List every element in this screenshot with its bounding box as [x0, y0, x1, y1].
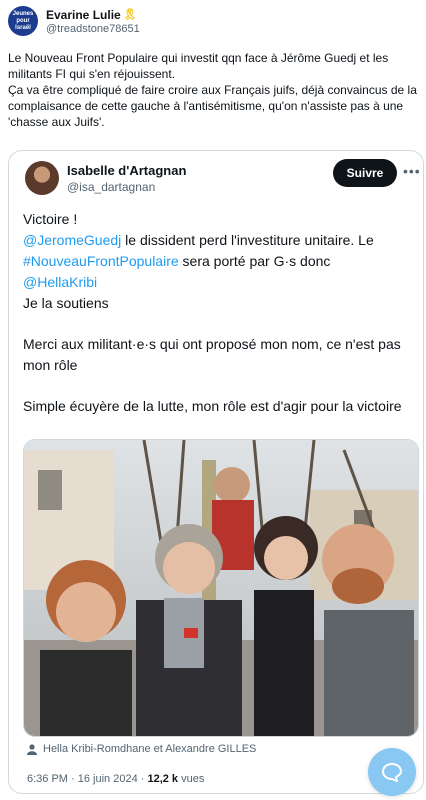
- quoted-tweet-text: Victoire ! @JeromeGuedj le dissident per…: [23, 209, 411, 417]
- follow-button[interactable]: Suivre: [333, 159, 397, 187]
- message-bubble-icon: [381, 762, 403, 782]
- quoted-author-name[interactable]: Isabelle d'Artagnan: [67, 163, 186, 178]
- tagged-people[interactable]: Hella Kribi-Romdhane et Alexandre GILLES: [27, 743, 256, 755]
- views-count: 12,2 k: [147, 773, 179, 785]
- text-paragraph: Simple écuyère de la lutte, mon rôle est…: [23, 398, 402, 414]
- author-block: Evarine Lulie 🎗 @treadstone78651: [46, 8, 140, 35]
- text-paragraph: Merci aux militant·e·s qui ont proposé m…: [23, 336, 401, 373]
- author-name-row[interactable]: Evarine Lulie 🎗: [46, 8, 140, 22]
- more-dots-icon[interactable]: •••: [403, 163, 421, 179]
- text-line: @HellaKribi: [23, 272, 411, 293]
- timestamp[interactable]: 6:36 PM · 16 juin 2024 ·: [27, 773, 147, 785]
- tweet-text-line: Ça va être compliqué de faire croire aux…: [8, 83, 417, 129]
- text-line: Victoire !: [23, 211, 78, 227]
- avatar[interactable]: Jeunes pour Israël: [8, 6, 38, 36]
- author-name[interactable]: Evarine Lulie: [46, 8, 121, 22]
- hashtag-link[interactable]: #NouveauFrontPopulaire: [23, 253, 179, 269]
- text-span: sera porté par G·s donc: [178, 253, 331, 269]
- views-label: vues: [178, 773, 205, 785]
- mention-link[interactable]: @JeromeGuedj: [23, 232, 121, 248]
- message-fab[interactable]: [368, 748, 416, 796]
- text-span: le dissident perd l'investiture unitaire…: [121, 232, 374, 248]
- tweet-text-line: Le Nouveau Front Populaire qui investit …: [8, 51, 389, 81]
- author-handle[interactable]: @treadstone78651: [46, 23, 140, 35]
- person-icon: [27, 743, 37, 755]
- outer-tweet-header: Jeunes pour Israël Evarine Lulie 🎗 @trea…: [8, 6, 140, 36]
- tweet-text: Le Nouveau Front Populaire qui investit …: [8, 50, 418, 130]
- text-line: #NouveauFrontPopulaire sera porté par G·…: [23, 251, 411, 272]
- text-line: Je la soutiens: [23, 295, 109, 311]
- quoted-author-handle[interactable]: @isa_dartagnan: [67, 180, 155, 194]
- yellow-ribbon-icon: 🎗: [122, 9, 137, 21]
- avatar[interactable]: [25, 161, 59, 195]
- tagged-names: Hella Kribi-Romdhane et Alexandre GILLES: [43, 743, 257, 755]
- tweet-photo[interactable]: [23, 439, 419, 737]
- quoted-tweet[interactable]: Isabelle d'Artagnan @isa_dartagnan Suivr…: [8, 150, 424, 794]
- group-selfie-photo: [24, 440, 418, 736]
- tweet-meta: 6:36 PM · 16 juin 2024 · 12,2 k vues: [27, 773, 204, 785]
- mention-link[interactable]: @HellaKribi: [23, 274, 97, 290]
- text-line: @JeromeGuedj le dissident perd l'investi…: [23, 230, 411, 251]
